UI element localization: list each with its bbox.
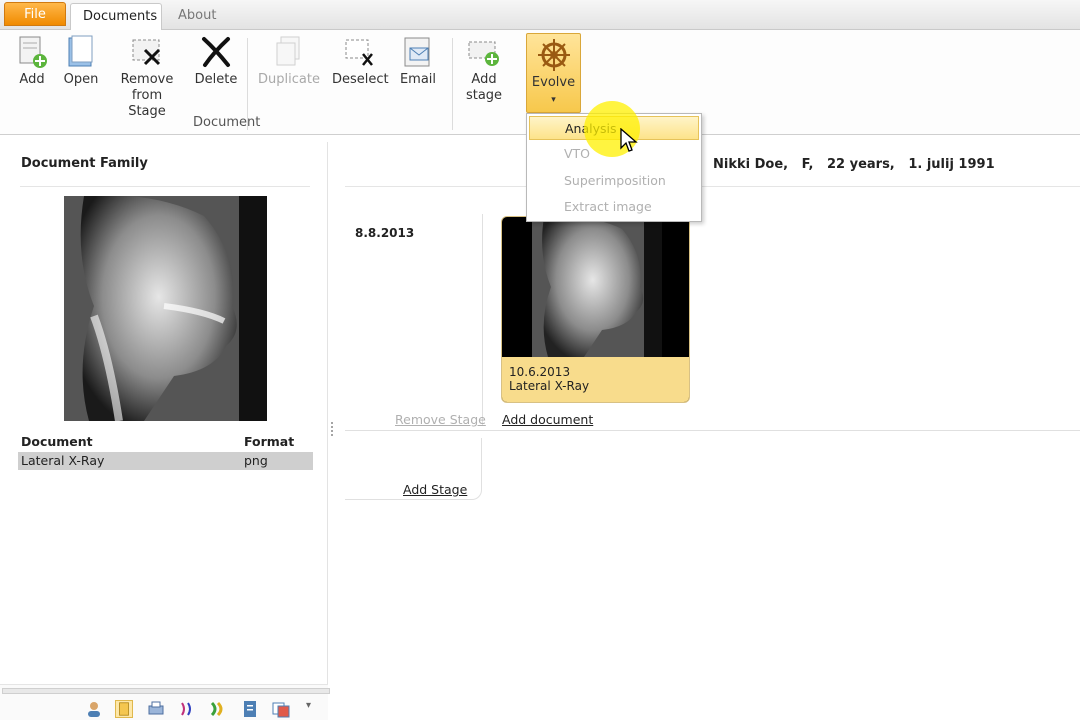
xray-card-image <box>532 217 662 357</box>
ship-wheel-icon <box>537 39 570 71</box>
delete-button[interactable]: Delete <box>194 34 238 88</box>
tab-about[interactable]: About <box>166 3 228 30</box>
remove-from-stage-label-1: Remove <box>120 72 174 87</box>
add-stage-label-1: Add <box>471 72 497 87</box>
table-row[interactable]: Lateral X-Ray png <box>18 452 313 470</box>
chevron-down-icon: ▾ <box>551 95 556 105</box>
stage-divider <box>482 214 483 426</box>
open-document-icon <box>68 35 93 67</box>
main-area: Nikki Doe, F, 22 years, 1. julij 1991 8.… <box>335 142 1080 720</box>
stage-date: 8.8.2013 <box>355 226 415 240</box>
card-title: Lateral X-Ray <box>509 379 590 393</box>
cell-format: png <box>244 453 268 468</box>
evolve-button[interactable]: Evolve ▾ <box>526 33 581 113</box>
divider <box>345 186 1080 187</box>
add-stage-link[interactable]: Add Stage <box>403 482 467 497</box>
xray-thumbnail[interactable] <box>64 196 267 421</box>
print-icon[interactable] <box>147 700 165 718</box>
documents-icon[interactable] <box>115 700 133 718</box>
panel-title: Document Family <box>21 156 148 171</box>
document-card[interactable]: 10.6.2013 Lateral X-Ray <box>501 216 690 403</box>
document-family-panel: Document Family Document Format Lateral … <box>0 142 330 720</box>
card-caption: 10.6.2013 Lateral X-Ray <box>502 357 689 402</box>
open-button[interactable]: Open <box>62 34 100 88</box>
mouse-pointer-icon <box>620 128 638 152</box>
ribbon-group-label: Document <box>193 115 261 130</box>
open-button-label: Open <box>63 72 99 87</box>
delete-button-label: Delete <box>194 72 238 87</box>
add-document-icon <box>19 36 47 68</box>
deselect-icon <box>345 39 373 66</box>
column-header-document: Document <box>21 434 93 449</box>
add-stage-button[interactable]: Add stage <box>464 34 504 104</box>
tab-documents[interactable]: Documents <box>70 3 162 30</box>
evolve-button-label: Evolve <box>531 75 576 90</box>
menu-item-superimposition[interactable]: Superimposition <box>529 169 699 193</box>
panel-toolbar: ▾ <box>0 684 330 720</box>
divider <box>20 186 310 187</box>
duplicate-button[interactable]: Duplicate <box>258 34 320 88</box>
add-stage-label-2: stage <box>465 88 503 103</box>
tab-file[interactable]: File <box>4 2 66 26</box>
duplicate-icon <box>276 36 300 66</box>
chart-icon[interactable] <box>209 700 227 718</box>
email-icon <box>404 37 430 67</box>
delete-x-icon <box>202 37 230 67</box>
ribbon-separator <box>452 38 453 130</box>
horizontal-scrollbar[interactable] <box>2 688 330 694</box>
menu-item-extract-image[interactable]: Extract image <box>529 195 699 219</box>
page-icon[interactable] <box>241 700 259 718</box>
add-button-label: Add <box>19 72 45 87</box>
column-header-format: Format <box>244 434 295 449</box>
add-stage-icon <box>468 41 499 66</box>
more-dropdown-icon[interactable]: ▾ <box>306 700 324 718</box>
remove-from-stage-button[interactable]: Remove from Stage <box>112 34 182 120</box>
add-document-link[interactable]: Add document <box>502 412 593 427</box>
deselect-button[interactable]: Deselect <box>332 34 389 88</box>
brackets-icon[interactable] <box>178 700 196 718</box>
patient-info: Nikki Doe, F, 22 years, 1. julij 1991 <box>713 157 995 172</box>
patient-icon[interactable] <box>85 700 103 718</box>
add-button[interactable]: Add <box>14 34 50 88</box>
gallery-icon[interactable] <box>272 700 290 718</box>
stage-separator <box>345 430 1080 431</box>
email-button[interactable]: Email <box>398 34 438 88</box>
remove-from-stage-label-2: from Stage <box>128 88 166 119</box>
remove-from-stage-icon <box>132 39 161 66</box>
email-button-label: Email <box>399 72 437 87</box>
card-date: 10.6.2013 <box>509 365 571 379</box>
ribbon-tabstrip: File Documents About <box>0 0 1080 30</box>
remove-stage-link[interactable]: Remove Stage <box>395 412 486 427</box>
splitter-handle-icon[interactable] <box>330 420 334 440</box>
deselect-button-label: Deselect <box>332 72 389 87</box>
duplicate-button-label: Duplicate <box>258 72 320 87</box>
cell-document: Lateral X-Ray <box>21 453 105 468</box>
